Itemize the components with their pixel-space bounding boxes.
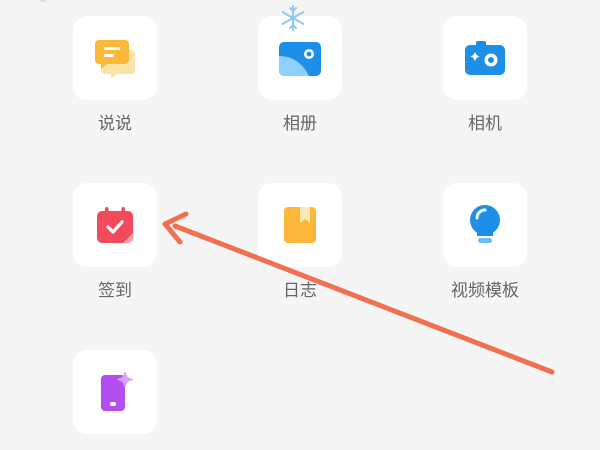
photo-album-icon [279,42,321,76]
app-label: 视频模板 [451,281,519,301]
app-checkin[interactable]: 签到 [55,183,175,301]
app-tile-extra[interactable] [73,350,157,434]
app-tile-shuoshuo[interactable] [73,16,157,100]
app-extra[interactable] [55,350,175,434]
app-label: 日志 [283,281,317,301]
calendar-check-icon [97,207,133,243]
app-label: 说说 [98,114,132,134]
camera-icon [465,41,505,75]
snowflake-icon [281,5,305,31]
app-tile-video-template[interactable] [443,183,527,267]
app-grid: 说说 相册 相机 签到 日志 视频模板 [0,0,600,450]
app-tile-diary[interactable] [258,183,342,267]
app-camera[interactable]: 相机 [425,16,545,134]
app-label: 相册 [283,114,317,134]
app-tile-camera[interactable] [443,16,527,100]
lightbulb-icon [470,205,500,243]
app-label: 相机 [468,114,502,134]
sparkle-phone-icon [101,371,134,411]
app-label: 签到 [98,281,132,301]
app-video-template[interactable]: 视频模板 [425,183,545,301]
app-shuoshuo[interactable]: 说说 [55,16,175,134]
speech-bubble-icon [95,40,135,79]
app-tile-album[interactable] [258,5,342,100]
app-album[interactable]: 相册 [240,5,360,134]
app-diary[interactable]: 日志 [240,183,360,301]
app-tile-checkin[interactable] [73,183,157,267]
diary-book-icon [284,207,316,243]
top-edge-fragment [40,0,46,2]
